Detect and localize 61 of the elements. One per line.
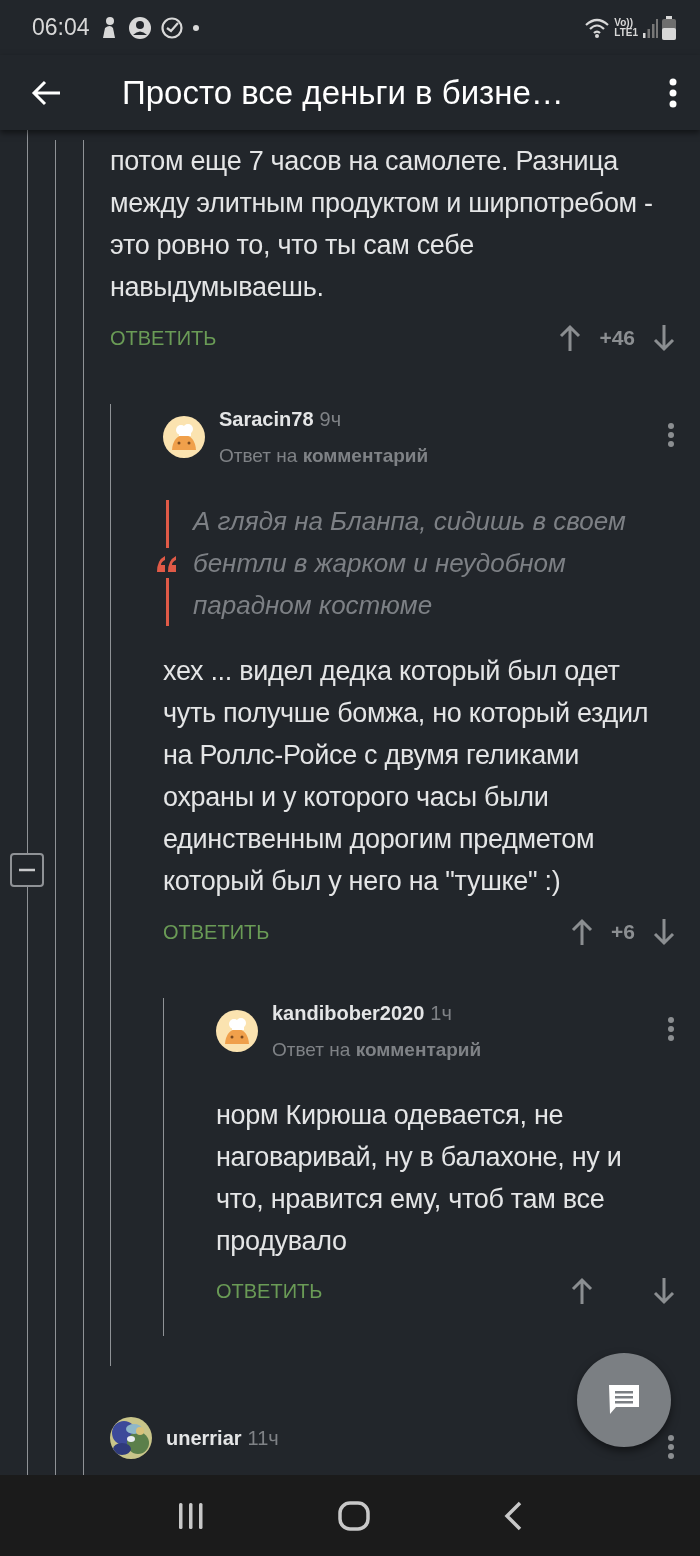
quote-icon — [156, 554, 178, 572]
comment-text: норм Кирюша одевается, не наговаривай, ну в балахоне, ну и что, нравится ему, чтоб там все продувало — [216, 1099, 623, 1258]
network-label: LTE1 — [614, 27, 638, 38]
vote-score: +6 — [611, 919, 635, 945]
chef-avatar-icon — [216, 1009, 258, 1052]
dot-icon — [191, 23, 200, 32]
quote-bar — [165, 578, 169, 626]
quote-bar — [165, 500, 169, 548]
up-arrow-icon — [559, 323, 582, 352]
downvote-button[interactable] — [653, 323, 675, 352]
volte-label: Vo)) — [614, 17, 633, 28]
status-time: 06:04 — [32, 13, 90, 43]
home-icon — [338, 1500, 370, 1531]
author-name[interactable]: Saracin78 — [219, 403, 314, 434]
up-arrow-icon — [571, 917, 594, 946]
comment-time: 11ч — [247, 1426, 279, 1451]
chevron-left-icon — [503, 1500, 524, 1531]
check-circle-icon — [159, 15, 184, 40]
reply-to-text: Ответ на комментарий — [272, 1037, 483, 1062]
comment-time: 1ч — [430, 1000, 452, 1026]
more-icon — [667, 1015, 675, 1042]
upvote-button[interactable] — [571, 1277, 593, 1305]
comment-text: потом еще 7 часов на самолете. Разница между элитным продуктом и ширпотребом - это ровно то, что ты сам себе навыдумываешь. — [110, 145, 654, 304]
battery-icon — [662, 15, 676, 40]
more-menu-button[interactable] — [668, 77, 678, 108]
more-icon — [668, 77, 678, 108]
upvote-button[interactable] — [571, 917, 594, 946]
chef-avatar-icon — [163, 415, 205, 458]
author-name[interactable]: kandibober2020 — [272, 997, 425, 1028]
comment-menu-button[interactable] — [667, 1434, 675, 1460]
down-arrow-icon — [653, 323, 675, 352]
back-button[interactable] — [30, 78, 62, 107]
down-arrow-icon — [653, 917, 675, 946]
wifi-icon — [584, 16, 611, 39]
quote-text: А глядя на Бланпа, сидишь в своем бентли в жарком и неудобном парадном костюме — [193, 505, 627, 622]
page-title: Просто все деньги в бизне… — [121, 72, 565, 113]
home-button[interactable] — [338, 1500, 370, 1531]
downvote-button[interactable] — [653, 1277, 675, 1305]
more-icon — [667, 1434, 675, 1460]
signal-icon — [642, 17, 658, 38]
upvote-button[interactable] — [559, 323, 582, 352]
back-button[interactable] — [503, 1500, 524, 1531]
downvote-button[interactable] — [653, 917, 675, 946]
reply-button[interactable]: ОТВЕТИТЬ — [163, 916, 270, 947]
comment-time: 9ч — [319, 406, 342, 432]
comment-menu-button[interactable] — [667, 1015, 675, 1042]
reply-button[interactable]: ОТВЕТИТЬ — [110, 322, 217, 353]
comment-menu-button[interactable] — [667, 421, 675, 448]
reply-button[interactable]: ОТВЕТИТЬ — [216, 1276, 323, 1306]
recent-apps-icon — [176, 1500, 205, 1531]
account-icon — [127, 15, 152, 40]
more-icon — [667, 421, 675, 448]
author-name[interactable]: unerriar — [166, 1423, 242, 1453]
collapse-button[interactable] — [10, 852, 44, 887]
back-arrow-icon — [30, 78, 62, 107]
reply-to-text: Ответ на комментарий — [219, 443, 430, 468]
comment-text: хех ... видел дедка который был одет чуть получше бомжа, но который ездил на Роллс-Ройсе с двумя геликами охраны и у которого часы были единственным дорогим предметом который был у него на "тушке" :) — [163, 655, 650, 898]
recent-apps-button[interactable] — [176, 1500, 205, 1531]
vote-score: +46 — [599, 325, 635, 351]
down-arrow-icon — [653, 1277, 675, 1305]
up-arrow-icon — [571, 1277, 593, 1305]
